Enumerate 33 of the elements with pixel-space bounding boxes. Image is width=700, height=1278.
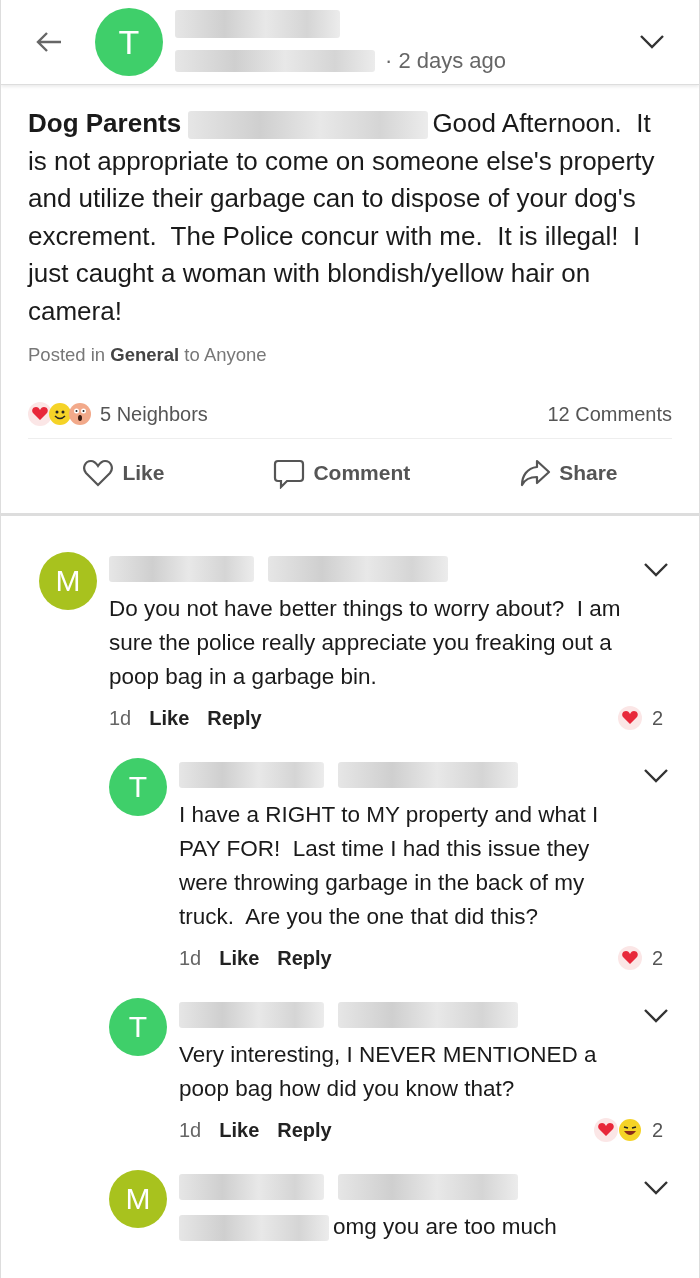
reaction-count[interactable]: 2 <box>651 946 663 970</box>
chevron-down-icon[interactable] <box>643 768 669 784</box>
like-link[interactable]: Like <box>219 1118 260 1142</box>
comment-button[interactable]: Comment <box>269 453 415 493</box>
comment-text: Very interesting, I NEVER MENTIONED a poop bag how did you know that? <box>179 1041 598 1103</box>
comment-age: 1d <box>109 706 132 730</box>
heart-outline-icon <box>82 457 115 489</box>
post-time: · 2 days ago <box>385 48 507 74</box>
reply-link[interactable]: Reply <box>277 946 332 970</box>
chevron-down-icon[interactable] <box>643 562 669 578</box>
reaction-count[interactable]: 2 <box>651 1118 663 1142</box>
posted-in-text: Posted in General to Anyone <box>28 344 268 366</box>
share-button[interactable]: Share <box>515 453 622 493</box>
reaction-count[interactable]: 5 Neighbors <box>100 402 208 426</box>
like-link[interactable]: Like <box>219 946 260 970</box>
comment-text: Do you not have better things to worry about? I am sure the police really appreciate you freaking out a poop bag in a garbage bin. <box>109 595 622 691</box>
reply-link[interactable]: Reply <box>207 706 262 730</box>
comment-age: 1d <box>179 1118 202 1142</box>
reaction-count[interactable]: 2 <box>651 706 663 730</box>
comment-age: 1d <box>179 946 202 970</box>
chevron-down-icon[interactable] <box>643 1180 669 1196</box>
like-button[interactable]: Like <box>78 453 169 493</box>
reply-link[interactable]: Reply <box>277 1118 332 1142</box>
share-arrow-icon <box>519 457 552 489</box>
comment-text: omg you are too much <box>179 1210 643 1244</box>
speech-bubble-icon <box>273 457 306 489</box>
back-arrow-icon[interactable] <box>35 30 63 54</box>
comments-count[interactable]: 12 Comments <box>547 402 672 426</box>
chevron-down-icon[interactable] <box>643 1008 669 1024</box>
post-text: Dog Parents Good Afternoon. It is not appropriate to come on someone else's property and utilize their garbage can to dispose of your dog's excrement. The Police concur with me. It is illegal! I just caught a woman with blondish/yellow hair on camera! <box>28 107 656 328</box>
comment-text: I have a RIGHT to MY property and what I PAY FOR! Last time I had this issue they were throwing garbage in the back of my truck. Are you the one that did this? <box>179 801 600 931</box>
like-link[interactable]: Like <box>149 706 190 730</box>
chevron-down-icon[interactable] <box>639 34 665 50</box>
